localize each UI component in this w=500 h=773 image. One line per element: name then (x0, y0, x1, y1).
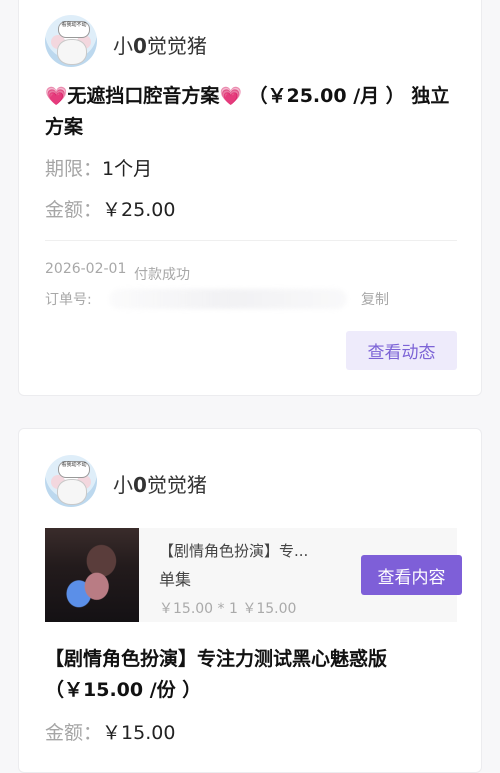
avatar[interactable]: 看我动不动 (45, 455, 97, 507)
amount-label: 金额： (45, 722, 103, 744)
divider (45, 240, 457, 241)
username-suffix: 觉觉猪 (146, 34, 207, 58)
payment-status: 付款成功 (134, 267, 190, 283)
avatar-face (57, 479, 87, 505)
amount-row: 金额：￥25.00 (45, 195, 175, 222)
view-content-button[interactable]: 查看内容 (361, 555, 462, 595)
copy-button[interactable]: 复制 (361, 289, 389, 309)
amount-value: ￥25.00 (102, 199, 176, 221)
avatar-bubble: 看我动不动 (58, 21, 90, 38)
username[interactable]: 小0觉觉猪 (113, 30, 207, 59)
product-item[interactable]: 【剧情角色扮演】专... 单集 ￥15.00 * 1 ￥15.00 查看内容 (45, 528, 462, 622)
order-title-main: 无遮挡口腔音方案 (67, 85, 220, 107)
avatar-bubble: 看我动不动 (58, 461, 90, 478)
avatar-face (57, 39, 87, 65)
order-card: 看我动不动 小0觉觉猪 💗无遮挡口腔音方案💗 （￥25.00 /月 ） 独立方案… (18, 0, 482, 396)
order-date: 2026-02-01 (45, 261, 127, 277)
order-number-value (109, 289, 347, 309)
amount-label: 金额： (45, 199, 103, 221)
product-type: 单集 (159, 570, 192, 589)
username-prefix: 小 (113, 34, 133, 58)
product-price: ￥15.00 * 1 ￥15.00 (159, 601, 297, 617)
username[interactable]: 小0觉觉猪 (113, 469, 207, 498)
period-value: 1个月 (102, 158, 153, 180)
username-bold: 0 (133, 34, 147, 58)
avatar[interactable]: 看我动不动 (45, 15, 97, 67)
username-bold: 0 (133, 473, 147, 497)
heart-icon: 💗 (219, 86, 242, 107)
view-updates-button[interactable]: 查看动态 (346, 331, 457, 370)
amount-row: 金额：￥15.00 (45, 718, 175, 745)
order-card: 看我动不动 小0觉觉猪 【剧情角色扮演】专... 单集 ￥15.00 * 1 ￥… (18, 428, 482, 773)
order-number-label: 订单号: (45, 292, 92, 308)
order-title: 【剧情角色扮演】专注力测试黑心魅惑版（￥15.00 /份 ） (45, 648, 388, 701)
username-prefix: 小 (113, 473, 133, 497)
period-row: 期限：1个月 (45, 154, 152, 181)
order-title: 💗无遮挡口腔音方案💗 （￥25.00 /月 ） 独立方案 (45, 81, 465, 143)
heart-icon: 💗 (45, 86, 68, 107)
username-suffix: 觉觉猪 (146, 473, 207, 497)
amount-value: ￥15.00 (102, 722, 176, 744)
period-label: 期限： (45, 158, 103, 180)
product-title: 【剧情角色扮演】专... (159, 542, 309, 560)
product-thumbnail (45, 528, 139, 622)
